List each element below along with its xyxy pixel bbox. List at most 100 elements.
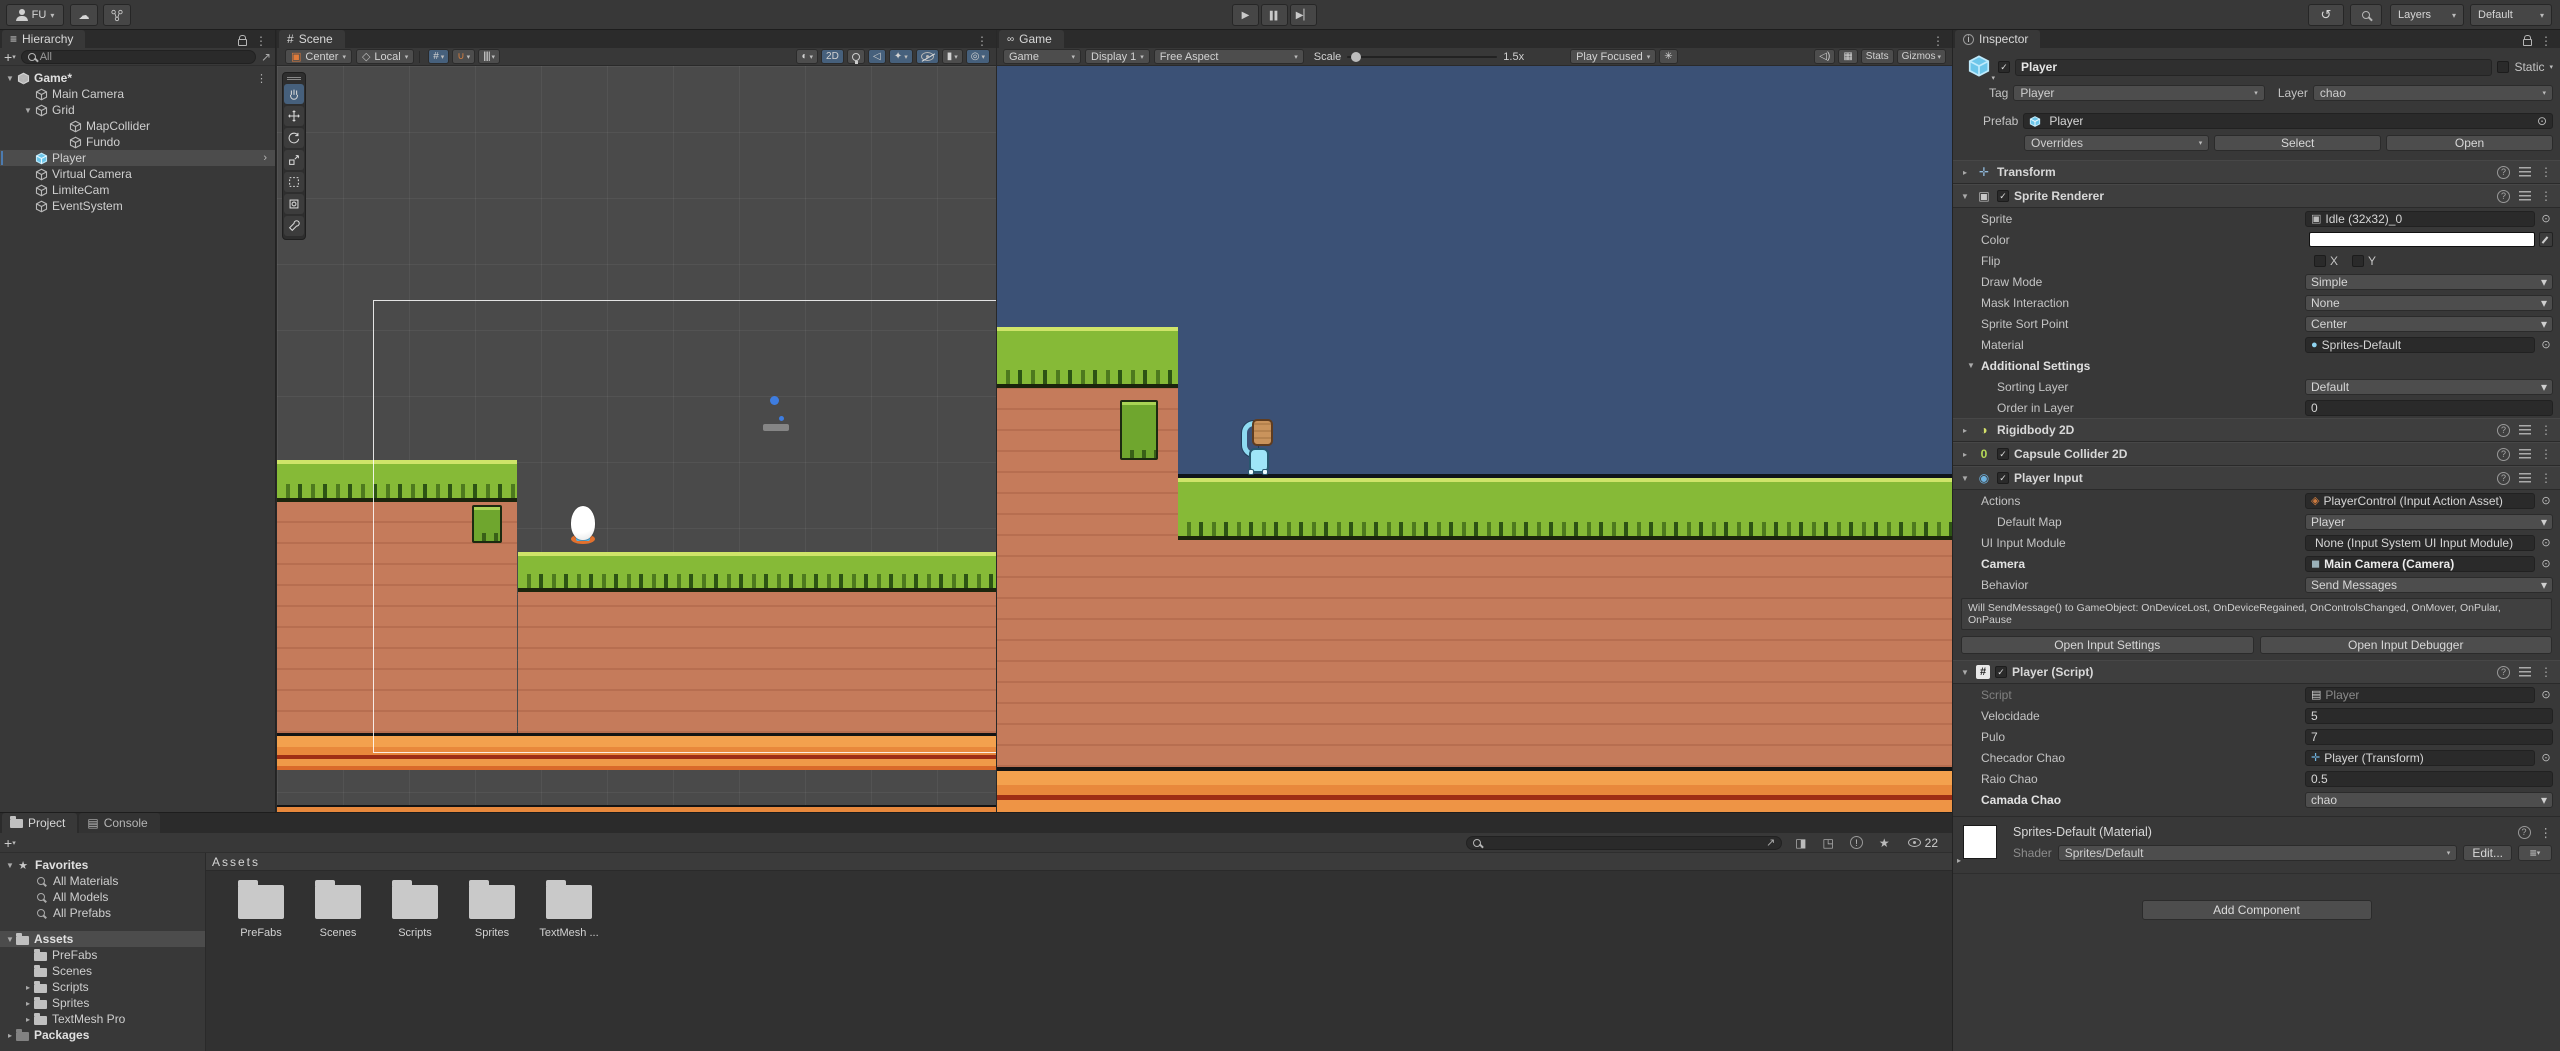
hierarchy-search-input[interactable]: All xyxy=(21,50,256,64)
2d-mode-toggle[interactable]: 2D xyxy=(821,49,844,64)
package-visibility-icon[interactable]: ◨ xyxy=(1795,836,1806,850)
layout-dropdown[interactable]: Default ▾ xyxy=(2470,4,2552,26)
preset-icon[interactable] xyxy=(2519,425,2531,435)
account-button[interactable]: FU ▾ xyxy=(6,4,64,26)
play-button[interactable]: ▶ xyxy=(1232,4,1259,26)
row-extra-icon[interactable]: ⋮ xyxy=(256,72,275,85)
help-icon[interactable]: ? xyxy=(2518,826,2531,839)
component-enabled-checkbox[interactable]: ✓ xyxy=(1995,666,2007,678)
asset-folder[interactable]: PreFabs xyxy=(226,885,296,939)
create-button[interactable]: + xyxy=(4,49,12,65)
project-tree-item[interactable]: ▼ Assets xyxy=(0,931,205,947)
component-enabled-checkbox[interactable]: ✓ xyxy=(1997,472,2009,484)
move-tool-button[interactable] xyxy=(284,106,304,126)
more-options-icon[interactable]: ⋮ xyxy=(2540,423,2552,437)
scale-tool-button[interactable] xyxy=(284,150,304,170)
expander-icon[interactable]: ▸ xyxy=(22,983,34,992)
tab-inspector[interactable]: i Inspector xyxy=(1955,30,2040,48)
more-options-icon[interactable]: ⋮ xyxy=(2540,34,2552,48)
lock-icon[interactable] xyxy=(2523,39,2532,46)
asset-folder[interactable]: TextMesh ... xyxy=(534,885,604,939)
overrides-dropdown[interactable]: Overrides▾ xyxy=(2024,135,2209,151)
material-list-button[interactable]: ≡▾ xyxy=(2518,845,2552,861)
layer-dropdown[interactable]: chao▾ xyxy=(2313,85,2553,101)
tab-console[interactable]: ▤ Console xyxy=(79,813,159,833)
project-tree-item[interactable]: All Prefabs xyxy=(0,905,205,921)
project-tree-item[interactable]: ▼ ★ Favorites xyxy=(0,857,205,873)
hierarchy-item[interactable]: EventSystem xyxy=(0,198,275,214)
material-preview-swatch[interactable] xyxy=(1963,825,1997,859)
open-input-debugger-button[interactable]: Open Input Debugger xyxy=(2260,636,2553,654)
search-in-icon[interactable]: ↗ xyxy=(1766,836,1775,849)
prefab-object-field[interactable]: Player ⊙ xyxy=(2023,113,2553,129)
eyedropper-icon[interactable] xyxy=(2539,232,2553,247)
tab-game[interactable]: ∞ Game xyxy=(999,30,1064,48)
undo-history-button[interactable]: ↺ xyxy=(2308,4,2344,26)
asset-folder[interactable]: Scripts xyxy=(380,885,450,939)
help-icon[interactable]: ? xyxy=(2497,166,2510,179)
step-button[interactable]: ▶▏ xyxy=(1290,4,1317,26)
foldout-icon[interactable]: ▼ xyxy=(1959,668,1971,677)
field-value[interactable]: ▤ Player ▾ xyxy=(2305,687,2535,703)
preset-icon[interactable] xyxy=(2519,473,2531,483)
transform-header[interactable]: ▸ ✛ Transform ?⋮ xyxy=(1953,160,2560,184)
game-gizmos-dropdown[interactable]: Gizmos▾ xyxy=(1897,49,1946,64)
tag-dropdown[interactable]: Player▾ xyxy=(2013,85,2264,101)
warning-filter-icon[interactable]: ! xyxy=(1850,836,1863,849)
object-picker-icon[interactable]: ⊙ xyxy=(2539,338,2553,352)
display-dropdown[interactable]: Display 1▾ xyxy=(1085,49,1150,64)
project-tree-item[interactable]: ▸ TextMesh Pro xyxy=(0,1011,205,1027)
help-icon[interactable]: ? xyxy=(2497,424,2510,437)
favorites-filter-icon[interactable]: ★ xyxy=(1879,836,1890,850)
field-value[interactable]: None (Input System UI Input Module) ▾ xyxy=(2305,535,2535,551)
hierarchy-item[interactable]: Main Camera xyxy=(0,86,275,102)
project-tree-item[interactable]: Scenes xyxy=(0,963,205,979)
more-options-icon[interactable]: ⋮ xyxy=(2540,165,2552,179)
shader-edit-button[interactable]: Edit... xyxy=(2463,845,2512,861)
asset-folder[interactable]: Scenes xyxy=(303,885,373,939)
game-audio-toggle[interactable]: ◁) xyxy=(1814,49,1835,64)
custom-tool-button[interactable] xyxy=(284,216,304,236)
rotate-tool-button[interactable] xyxy=(284,128,304,148)
field-value[interactable]: ▣ Idle (32x32)_0 ▾ xyxy=(2305,211,2535,227)
transform-tool-button[interactable] xyxy=(284,194,304,214)
more-options-icon[interactable]: ⋮ xyxy=(2540,471,2552,485)
hierarchy-item[interactable]: Fundo xyxy=(0,134,275,150)
pivot-dropdown[interactable]: ▣Center▾ xyxy=(285,49,352,64)
object-picker-icon[interactable]: ⊙ xyxy=(2539,212,2553,226)
hierarchy-item[interactable]: Virtual Camera xyxy=(0,166,275,182)
field-value[interactable]: Center ▾ xyxy=(2305,316,2553,332)
capsule-collider-header[interactable]: ▸ 0 ✓ Capsule Collider 2D ?⋮ xyxy=(1953,442,2560,466)
player-script-header[interactable]: ▼ # ✓ Player (Script) ?⋮ xyxy=(1953,660,2560,684)
preset-icon[interactable] xyxy=(2519,449,2531,459)
pause-button[interactable]: ▌▌ xyxy=(1261,4,1288,26)
expander-icon[interactable]: ▸ xyxy=(4,1031,16,1040)
global-search-button[interactable] xyxy=(2350,4,2382,26)
help-icon[interactable]: ? xyxy=(2497,190,2510,203)
hidden-objects-toggle[interactable] xyxy=(916,49,939,64)
field-value[interactable]: None ▾ xyxy=(2305,295,2553,311)
expander-icon[interactable]: ▼ xyxy=(4,74,16,83)
lighting-toggle[interactable] xyxy=(847,49,865,64)
hierarchy-item[interactable]: LimiteCam xyxy=(0,182,275,198)
expander-icon[interactable]: ▸ xyxy=(22,1015,34,1024)
project-tree-item[interactable]: All Materials xyxy=(0,873,205,889)
play-focused-dropdown[interactable]: Play Focused▾ xyxy=(1570,49,1656,64)
field-value[interactable]: ▾ xyxy=(2305,232,2535,248)
project-tree-item[interactable]: All Models xyxy=(0,889,205,905)
shading-mode-dropdown[interactable]: ◐▾ xyxy=(796,49,818,64)
scale-slider-knob[interactable] xyxy=(1351,52,1361,62)
debug-button[interactable]: ✳ xyxy=(1659,49,1677,64)
field-value[interactable]: 5 ▾ xyxy=(2305,708,2553,724)
foldout-icon[interactable]: ▸ xyxy=(1959,450,1971,459)
field-value[interactable]: ◈ PlayerControl (Input Action Asset) ▾ xyxy=(2305,493,2535,509)
foldout-icon[interactable]: ▼ xyxy=(1959,192,1971,201)
color-swatch[interactable] xyxy=(2309,232,2535,247)
object-picker-icon[interactable]: ⊙ xyxy=(2539,557,2553,571)
object-picker-icon[interactable]: ⊙ xyxy=(2539,751,2553,765)
sprite-renderer-header[interactable]: ▼ ▣ ✓ Sprite Renderer ?⋮ xyxy=(1953,184,2560,208)
label-filter-icon[interactable]: ◳ xyxy=(1823,836,1834,850)
static-checkbox[interactable] xyxy=(2497,61,2509,73)
player-input-header[interactable]: ▼ ◉ ✓ Player Input ?⋮ xyxy=(1953,466,2560,490)
hierarchy-item[interactable]: Player › xyxy=(0,150,275,166)
